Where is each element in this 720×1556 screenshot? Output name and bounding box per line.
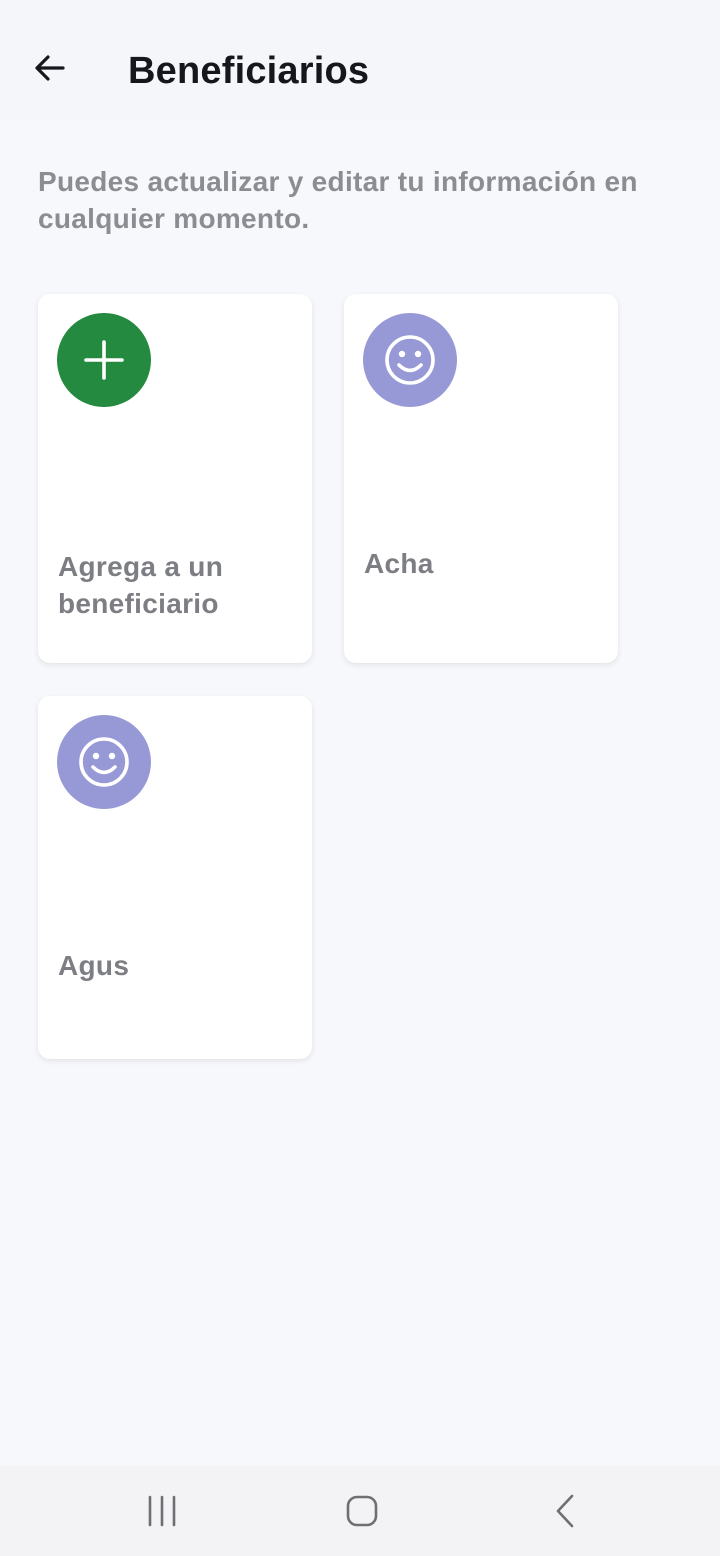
recents-icon: [148, 1495, 176, 1527]
system-back-button[interactable]: [520, 1478, 610, 1544]
page-title: Beneficiarios: [128, 50, 370, 92]
arrow-left-icon: [35, 55, 65, 81]
home-icon: [346, 1495, 378, 1527]
beneficiary-card[interactable]: Acha: [344, 294, 618, 663]
add-beneficiary-card[interactable]: Agrega a un beneficiario: [38, 294, 312, 663]
smiley-face-icon: [79, 737, 129, 787]
system-nav-bar: [0, 1466, 720, 1556]
add-avatar: [57, 313, 151, 407]
home-button[interactable]: [317, 1478, 407, 1544]
beneficiary-card[interactable]: Agus: [38, 696, 312, 1059]
beneficiary-avatar: [57, 715, 151, 809]
beneficiary-name: Acha: [364, 548, 434, 579]
beneficiary-avatar: [363, 313, 457, 407]
smiley-face-icon: [385, 335, 435, 385]
intro-text: Puedes actualizar y editar tu informació…: [38, 166, 638, 234]
recents-button[interactable]: [117, 1478, 207, 1544]
back-button[interactable]: [26, 44, 74, 92]
app-bar: Beneficiarios: [0, 0, 720, 120]
add-beneficiary-label: Agrega a un beneficiario: [58, 551, 224, 619]
plus-icon: [84, 340, 124, 380]
beneficiary-name: Agus: [58, 950, 130, 981]
back-chevron-icon: [556, 1494, 574, 1528]
